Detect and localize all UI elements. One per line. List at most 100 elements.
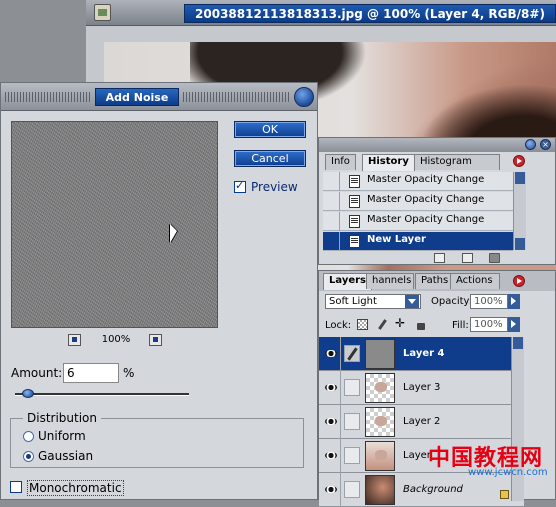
layer-row[interactable]: Layer 3 — [319, 371, 524, 405]
dialog-title-bar[interactable]: Add Noise — [1, 83, 317, 111]
opacity-label: Opacity: — [431, 296, 473, 307]
document-title: 20038812113818313.jpg @ 100% (Layer 4, R… — [184, 4, 556, 23]
ok-button[interactable]: OK — [234, 121, 306, 138]
eye-icon[interactable] — [321, 439, 341, 473]
fill-input[interactable]: 100% — [470, 317, 508, 332]
history-item-label: Master Opacity Change — [367, 214, 485, 225]
add-noise-dialog: Add Noise 100% OK Cancel Preview Amount:… — [0, 82, 318, 500]
lock-transparency-icon[interactable] — [357, 319, 368, 330]
monochromatic-label[interactable]: Monochromatic — [27, 480, 124, 496]
layer-thumbnail — [365, 373, 395, 403]
zoom-in-button[interactable] — [149, 334, 162, 346]
history-state-icon — [349, 195, 360, 208]
layer-thumbnail — [365, 339, 395, 369]
new-snapshot-icon[interactable] — [462, 253, 473, 263]
watermark: 中国教程网 www.jcwcn.com — [428, 440, 552, 498]
palette-menu-icon[interactable] — [513, 155, 525, 167]
cursor-arrow-icon — [170, 224, 177, 243]
close-icon[interactable]: × — [540, 139, 551, 150]
history-item[interactable]: Master Opacity Change — [323, 172, 513, 191]
distribution-label: Distribution — [23, 411, 102, 425]
minimize-icon[interactable] — [525, 139, 536, 150]
zoom-level: 100% — [101, 334, 131, 345]
layer-name[interactable]: Layer 4 — [403, 348, 444, 359]
history-palette-titlebar[interactable]: × — [319, 138, 555, 152]
amount-input[interactable]: 6 — [63, 363, 119, 383]
gaussian-label[interactable]: Gaussian — [38, 449, 93, 463]
trash-icon[interactable] — [489, 253, 500, 263]
fill-label: Fill: — [452, 320, 469, 331]
history-item[interactable]: Master Opacity Change — [323, 192, 513, 211]
layer-link-box[interactable] — [344, 481, 360, 498]
opacity-arrow-icon[interactable] — [508, 294, 520, 309]
history-item-selected[interactable]: New Layer — [323, 232, 513, 251]
tab-channels[interactable]: hannels — [366, 273, 414, 289]
tab-layers[interactable]: Layers — [323, 273, 372, 290]
tab-actions[interactable]: Actions — [450, 273, 500, 289]
layer-thumbnail — [365, 407, 395, 437]
preview-label[interactable]: Preview — [251, 180, 298, 194]
watermark-url: www.jcwcn.com — [468, 467, 548, 478]
dialog-title: Add Noise — [95, 88, 179, 106]
lock-label: Lock: — [325, 320, 352, 331]
layer-thumbnail — [365, 475, 395, 505]
layer-link-box[interactable] — [344, 379, 360, 396]
eye-icon[interactable] — [321, 337, 341, 371]
document-title-bar[interactable]: 20038812113818313.jpg @ 100% (Layer 4, R… — [86, 0, 556, 26]
history-source-box[interactable] — [323, 172, 340, 191]
history-source-box[interactable] — [323, 232, 340, 251]
layer-row[interactable]: Layer 2 — [319, 405, 524, 439]
history-item-label: New Layer — [367, 234, 426, 245]
uniform-label[interactable]: Uniform — [38, 429, 86, 443]
minus-icon — [72, 337, 77, 342]
fill-arrow-icon[interactable] — [508, 317, 520, 332]
eye-icon[interactable] — [321, 473, 341, 507]
amount-slider-thumb[interactable] — [22, 389, 34, 398]
history-palette: × Info History Histogram Master Opacity … — [318, 137, 556, 265]
history-item-label: Master Opacity Change — [367, 194, 485, 205]
layer-link-box[interactable] — [344, 447, 360, 464]
history-state-icon — [349, 175, 360, 188]
uniform-radio[interactable] — [23, 431, 34, 442]
amount-label: Amount: — [11, 366, 63, 380]
chevron-down-icon[interactable] — [405, 295, 419, 308]
lock-all-icon[interactable] — [416, 319, 427, 330]
noise-preview[interactable] — [11, 121, 218, 328]
plus-icon — [153, 337, 158, 342]
layer-thumbnail — [365, 441, 395, 471]
layer-name[interactable]: Layer — [403, 450, 431, 461]
document-icon — [94, 4, 111, 21]
history-state-icon — [349, 235, 360, 248]
layer-row-selected[interactable]: Layer 4 — [319, 337, 524, 371]
history-source-box[interactable] — [323, 212, 340, 231]
new-document-icon[interactable] — [434, 253, 445, 263]
history-item-label: Master Opacity Change — [367, 174, 485, 185]
gaussian-radio[interactable] — [23, 451, 34, 462]
brush-icon[interactable] — [344, 345, 360, 362]
preview-checkbox[interactable] — [234, 179, 246, 193]
tab-info[interactable]: Info — [325, 154, 356, 170]
layer-name[interactable]: Layer 2 — [403, 416, 440, 427]
amount-slider-track[interactable] — [15, 393, 189, 396]
history-source-box[interactable] — [323, 192, 340, 211]
lock-move-icon[interactable] — [395, 316, 407, 330]
history-item[interactable]: Master Opacity Change — [323, 212, 513, 231]
amount-unit: % — [123, 366, 135, 380]
cancel-button[interactable]: Cancel — [234, 150, 306, 167]
zoom-out-button[interactable] — [68, 334, 81, 346]
history-state-icon — [349, 215, 360, 228]
tab-paths[interactable]: Paths — [415, 273, 455, 289]
eye-icon[interactable] — [321, 405, 341, 439]
eye-icon[interactable] — [321, 371, 341, 405]
history-scrollbar[interactable] — [513, 172, 526, 250]
layer-link-box[interactable] — [344, 413, 360, 430]
layer-name[interactable]: Layer 3 — [403, 382, 440, 393]
dialog-close-icon[interactable] — [294, 87, 314, 107]
monochromatic-checkbox[interactable] — [10, 481, 22, 493]
tab-histogram[interactable]: Histogram — [414, 154, 500, 170]
tab-history[interactable]: History — [362, 154, 415, 171]
palette-menu-icon[interactable] — [513, 275, 525, 287]
lock-paint-brush-icon[interactable] — [377, 319, 388, 330]
opacity-input[interactable]: 100% — [470, 294, 508, 309]
layers-tab-strip: Layers hannels Paths Actions — [319, 271, 555, 291]
